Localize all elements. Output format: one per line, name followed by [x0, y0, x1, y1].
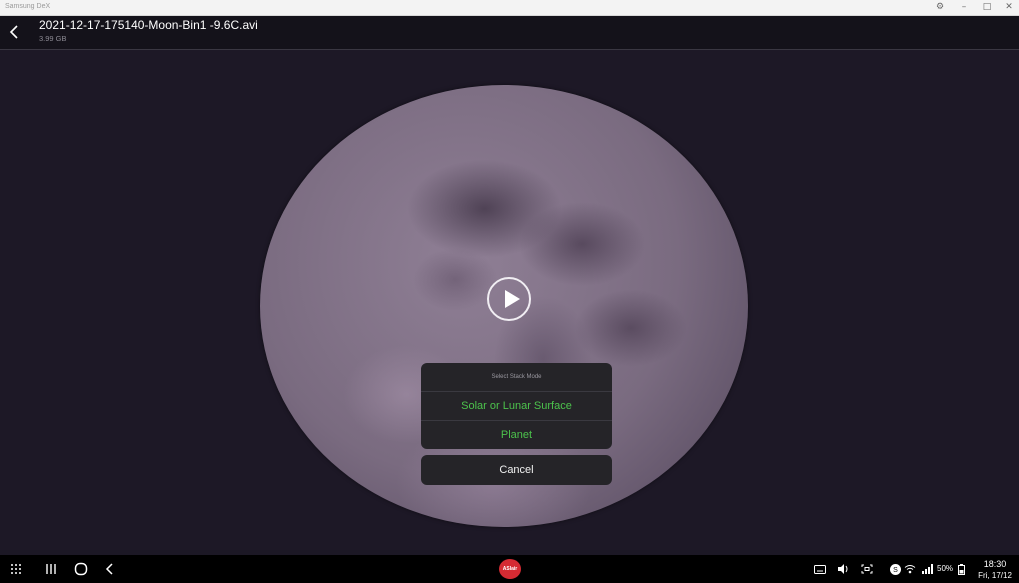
back-icon[interactable] [102, 555, 118, 583]
file-name: 2021-12-17-175140-Moon-Bin1 -9.6C.avi [39, 18, 258, 32]
close-icon[interactable]: ✕ [1002, 1, 1016, 14]
battery-percent: 50% [937, 564, 954, 573]
minimize-icon[interactable]: – [957, 1, 971, 14]
screenshot-icon[interactable] [860, 555, 874, 583]
samsung-s-icon[interactable]: S [888, 555, 902, 583]
option-solar-lunar-surface[interactable]: Solar or Lunar Surface [421, 392, 612, 421]
app-header: 2021-12-17-175140-Moon-Bin1 -9.6C.avi 3.… [0, 16, 1019, 50]
clock[interactable]: 18:30 Fri, 17/12 [972, 558, 1018, 582]
maximize-icon[interactable]: □ [980, 1, 994, 14]
battery-icon [956, 555, 966, 583]
svg-text:S: S [893, 567, 898, 574]
clock-date: Fri, 17/12 [978, 571, 1012, 580]
file-size: 3.99 GB [39, 34, 67, 43]
volume-icon[interactable] [836, 555, 850, 583]
wifi-icon [903, 555, 917, 583]
window-title-bar: Samsung DeX ⚙ – □ ✕ [0, 0, 1019, 16]
clock-time: 18:30 [983, 559, 1007, 569]
cancel-button[interactable]: Cancel [421, 455, 612, 485]
app-logo-text: ASIair [502, 566, 518, 572]
back-button[interactable] [6, 22, 24, 42]
keyboard-icon[interactable] [813, 555, 827, 583]
home-icon[interactable] [72, 555, 90, 583]
arrow-left-icon [9, 25, 18, 39]
asiair-app-icon[interactable]: ASIair [499, 559, 521, 579]
option-planet[interactable]: Planet [421, 421, 612, 449]
recents-icon[interactable] [43, 555, 59, 583]
signal-icon [920, 555, 934, 583]
play-icon [505, 290, 520, 308]
settings-icon[interactable]: ⚙ [933, 1, 947, 14]
play-button[interactable] [487, 277, 531, 321]
dialog-title: Select Stack Mode [421, 363, 612, 392]
stack-mode-dialog: Select Stack Mode Solar or Lunar Surface… [421, 363, 612, 449]
window-title: Samsung DeX [5, 3, 51, 10]
apps-grid-icon[interactable] [8, 555, 24, 583]
